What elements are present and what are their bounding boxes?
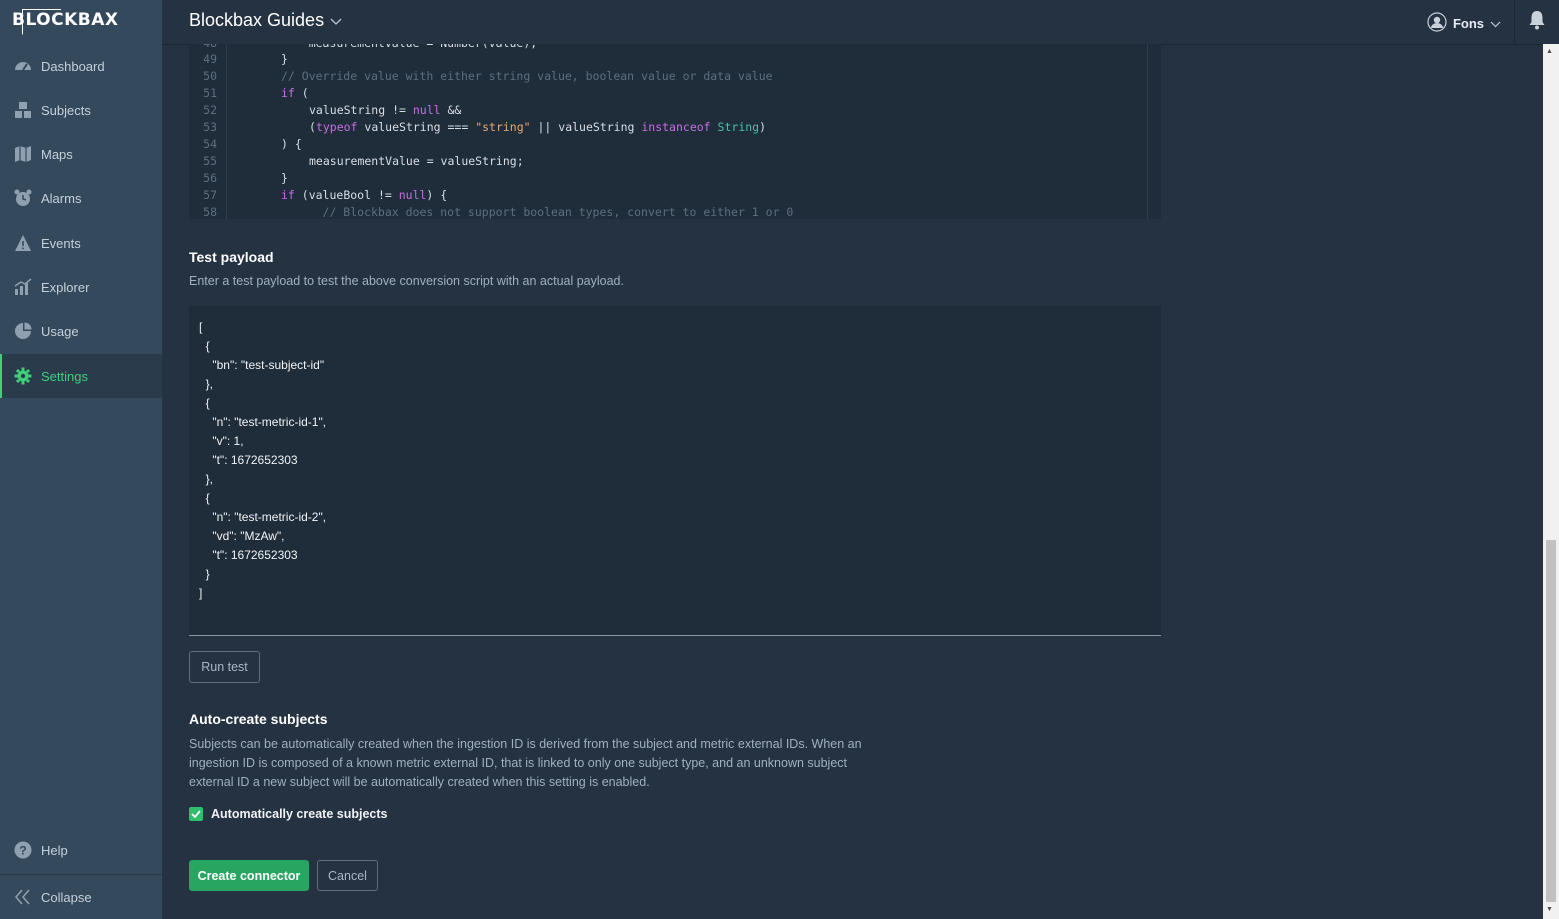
code-line: if ( (281, 86, 309, 100)
payload-line: { (199, 491, 210, 505)
auto-create-title: Auto-create subjects (189, 711, 328, 727)
payload-line: "t": 1672652303 (199, 453, 298, 467)
sidebar-item-label: Usage (41, 323, 79, 339)
notifications-button[interactable] (1514, 0, 1559, 44)
sidebar-item-maps[interactable]: Maps (0, 132, 162, 176)
bell-icon (1528, 10, 1546, 35)
code-line: ) { (281, 137, 302, 151)
run-test-button[interactable]: Run test (189, 651, 260, 683)
sidebar-item-label: Settings (41, 368, 88, 384)
user-name: Fons (1452, 16, 1484, 31)
gear-icon (13, 366, 33, 386)
sidebar-item-events[interactable]: Events (0, 221, 162, 265)
auto-create-description-line: ingestion ID is composed of a known metr… (189, 756, 848, 770)
sidebar-item-explorer[interactable]: Explorer (0, 265, 162, 309)
payload-line: { (199, 339, 210, 353)
double-chevron-left-icon (13, 887, 33, 907)
sidebar-item-label: Explorer (41, 279, 90, 295)
scroll-up-arrow-icon[interactable]: ▲ (1546, 48, 1553, 55)
sidebar-item-help[interactable]: ? Help (0, 828, 162, 872)
sidebar-item-label: Subjects (41, 102, 91, 118)
payload-line: { (199, 396, 210, 410)
code-line: } (281, 52, 288, 66)
payload-line: "bn": "test-subject-id" (199, 358, 325, 372)
create-connector-button[interactable]: Create connector (189, 860, 309, 891)
sidebar-item-label: Dashboard (41, 58, 105, 74)
payload-line: }, (199, 377, 214, 391)
sidebar-item-label: Help (41, 842, 68, 858)
sidebar-item-dashboard[interactable]: Dashboard (0, 44, 162, 88)
blockbax-logo[interactable]: BLOCKBAX (12, 9, 119, 36)
chevron-down-icon (330, 10, 342, 31)
sidebar-item-subjects[interactable]: Subjects (0, 88, 162, 132)
check-icon (191, 810, 201, 818)
payload-line: }, (199, 472, 214, 486)
auto-create-checkbox-label: Automatically create subjects (211, 807, 388, 821)
chart-bars-icon (13, 277, 33, 297)
line-number: 50 (203, 69, 217, 83)
line-number: 49 (203, 52, 217, 66)
sidebar-item-settings[interactable]: Settings (0, 354, 162, 398)
payload-line: "v": 1, (199, 434, 244, 448)
payload-line: } (199, 567, 210, 581)
alarm-clock-icon (13, 188, 33, 208)
line-number: 54 (203, 137, 217, 151)
sidebar: BLOCKBAX Dashboard Subjects Maps Alarms … (0, 0, 162, 919)
sidebar-collapse[interactable]: Collapse (0, 875, 162, 919)
code-line: // Blockbax does not support boolean typ… (281, 205, 794, 219)
code-line: valueString != null && (309, 103, 462, 117)
sidebar-item-label: Collapse (41, 889, 92, 905)
map-icon (13, 144, 33, 164)
cancel-button[interactable]: Cancel (317, 860, 378, 891)
line-number: 58 (203, 205, 217, 219)
app-title: Blockbax Guides (189, 10, 325, 30)
code-line: measurementValue = valueString; (309, 154, 524, 168)
user-menu[interactable]: Fons (1427, 12, 1501, 35)
top-bar: Blockbax Guides Fons (162, 0, 1559, 45)
auto-create-checkbox[interactable] (189, 807, 203, 821)
line-number: 53 (203, 120, 217, 134)
payload-line: "t": 1672652303 (199, 548, 298, 562)
line-number: 55 (203, 154, 217, 168)
payload-line: [ (199, 320, 203, 334)
sidebar-item-usage[interactable]: Usage (0, 309, 162, 353)
code-line: measurementValue = Number(value); (281, 44, 538, 52)
sidebar-item-label: Alarms (41, 190, 82, 206)
conversion-script-editor[interactable]: 48 measurementValue = Number(value); 49}… (189, 44, 1161, 219)
code-line: } (281, 171, 288, 185)
auto-create-checkbox-row[interactable]: Automatically create subjects (189, 807, 387, 821)
scrollbar-thumb[interactable] (1546, 540, 1556, 902)
line-number: 56 (203, 171, 217, 185)
help-icon: ? (13, 840, 33, 860)
svg-text:?: ? (19, 844, 26, 858)
line-number: 57 (203, 188, 217, 202)
warning-triangle-icon (13, 233, 33, 253)
test-payload-input[interactable]: [ { "bn": "test-subject-id" }, { "n": "t… (189, 306, 1161, 636)
sidebar-item-label: Events (41, 235, 81, 251)
auto-create-description-line: external ID a new subject will be automa… (189, 775, 650, 789)
payload-line: "n": "test-metric-id-2", (199, 510, 327, 524)
auto-create-description-line: Subjects can be automatically created wh… (189, 737, 862, 751)
code-line: (typeof valueString === "string" || valu… (309, 120, 767, 134)
subjects-icon (13, 100, 33, 120)
pie-chart-icon (13, 321, 33, 341)
app-title-dropdown[interactable]: Blockbax Guides (189, 10, 342, 31)
payload-line: "n": "test-metric-id-1", (199, 415, 327, 429)
sidebar-item-alarms[interactable]: Alarms (0, 176, 162, 220)
test-payload-title: Test payload (189, 249, 274, 265)
chevron-down-icon (1490, 16, 1501, 31)
test-payload-description: Enter a test payload to test the above c… (189, 274, 624, 288)
user-avatar-icon (1427, 12, 1447, 35)
code-line: // Override value with either string val… (281, 69, 773, 83)
code-line: if (valueBool != null) { (281, 188, 448, 202)
sidebar-item-label: Maps (41, 146, 73, 162)
line-number: 52 (203, 103, 217, 117)
line-number: 51 (203, 86, 217, 100)
scroll-down-arrow-icon[interactable]: ▼ (1546, 906, 1553, 913)
dashboard-icon (13, 56, 33, 76)
payload-line: "vd": "MzAw", (199, 529, 285, 543)
payload-line: ] (199, 586, 203, 600)
